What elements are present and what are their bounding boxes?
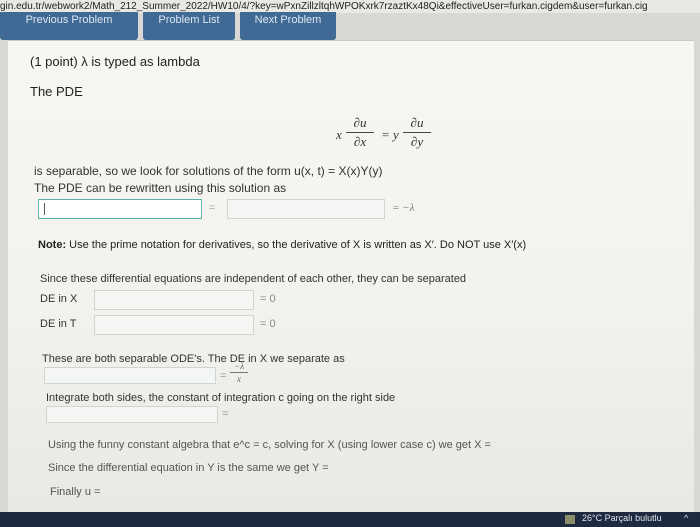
- taskbar: 26°C Parçalı bulutlu ^: [0, 512, 700, 527]
- problem-nav: Previous Problem Problem List Next Probl…: [0, 12, 700, 40]
- de-x-input[interactable]: [94, 290, 254, 310]
- separate-left-input[interactable]: [44, 367, 216, 384]
- de-t-label: DE in T: [40, 318, 77, 330]
- url-text: gin.edu.tr/webwork2/Math_212_Summer_2022…: [0, 1, 648, 12]
- answer-input-1[interactable]: [38, 199, 202, 219]
- integrate-text: Integrate both sides, the constant of in…: [46, 392, 396, 404]
- pde-fraction-y: ∂u ∂y: [403, 115, 431, 150]
- rewritten-text: The PDE can be rewritten using this solu…: [34, 181, 287, 195]
- weather-text[interactable]: 26°C Parçalı bulutlu: [582, 513, 662, 523]
- separable-odes-text: These are both separable ODE's. The DE i…: [42, 353, 345, 365]
- separable-text: is separable, so we look for solutions o…: [34, 164, 383, 178]
- de-t-zero: = 0: [260, 318, 276, 330]
- separate-equals: =: [220, 370, 227, 382]
- minus-lambda: = −λ: [392, 202, 415, 214]
- weather-icon: [565, 515, 575, 524]
- pde-intro: The PDE: [30, 84, 83, 99]
- de-x-zero: = 0: [260, 293, 276, 305]
- previous-problem-button[interactable]: Previous Problem: [0, 12, 138, 40]
- points-text: (1 point) λ is typed as lambda: [30, 54, 200, 69]
- pde-eq-y: = y: [381, 127, 399, 142]
- pde-fraction-x: ∂u ∂x: [346, 115, 374, 150]
- de-t-input[interactable]: [94, 315, 254, 335]
- next-problem-button[interactable]: Next Problem: [240, 12, 336, 40]
- separated-text: Since these differential equations are i…: [40, 273, 467, 285]
- equals-sign: =: [209, 202, 216, 214]
- solve-y-text: Since the differential equation in Y is …: [48, 462, 329, 474]
- problem-body: (1 point) λ is typed as lambda The PDE x…: [8, 40, 694, 513]
- problem-list-button[interactable]: Problem List: [143, 12, 235, 40]
- minus-lambda-over-x: −λ x: [230, 361, 248, 384]
- de-x-label: DE in X: [40, 293, 78, 305]
- finally-text: Finally u =: [50, 486, 101, 498]
- note-text: Note: Use the prime notation for derivat…: [38, 239, 527, 251]
- integrate-left-input[interactable]: [46, 406, 218, 423]
- pde-x: x: [336, 127, 342, 142]
- chevron-up-icon[interactable]: ^: [684, 513, 688, 523]
- funny-constant-text: Using the funny constant algebra that e^…: [48, 439, 491, 451]
- integrate-equals: =: [222, 408, 229, 420]
- answer-input-2[interactable]: [227, 199, 385, 219]
